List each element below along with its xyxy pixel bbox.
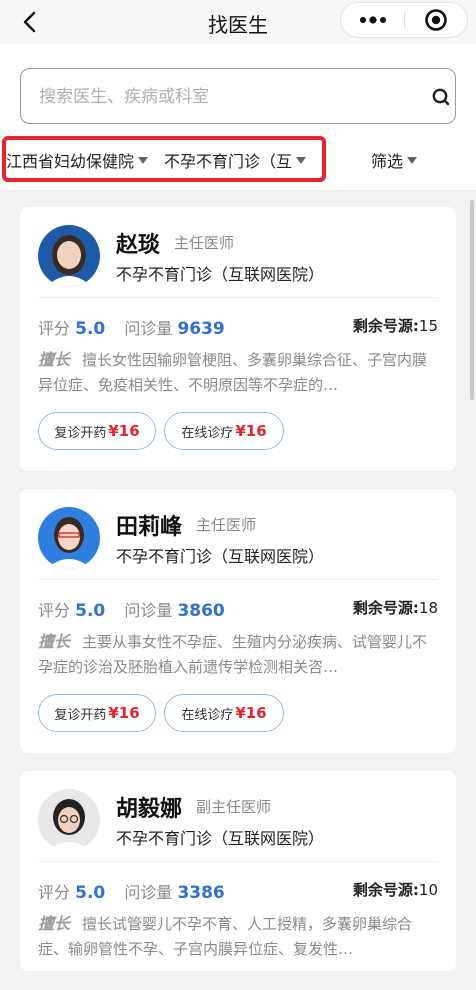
caret-down-icon <box>407 156 418 164</box>
doctor-card[interactable]: 胡毅娜 副主任医师 不孕不育门诊（互联网医院） 评分 5.0 问诊量 3386 … <box>20 771 456 971</box>
consult-count: 3386 <box>177 883 225 903</box>
doctor-specialty: 擅长 主要从事女性不孕症、生殖内分泌疾病、试管婴儿不孕症的诊治及胚胎植入前遗传学检… <box>38 629 438 679</box>
card-divider <box>38 861 438 862</box>
avatar <box>38 507 100 569</box>
specialty-text: 擅长女性因输卵管梗阻、多囊卵巢综合征、子宫内膜异位症、免疫相关性、不明原因等不孕… <box>38 351 428 394</box>
doctor-stats: 评分 5.0 问诊量 9639 剩余号源:15 <box>38 315 438 339</box>
specialty-text: 擅长试管婴儿不孕不育、人工授精，多囊卵巢综合症、输卵管性不孕、子宫内膜异位症、复… <box>38 915 413 958</box>
consult-label: 问诊量 <box>124 601 173 620</box>
specialty-text: 主要从事女性不孕症、生殖内分泌疾病、试管婴儿不孕症的诊治及胚胎植入前遗传学检测相… <box>38 633 428 676</box>
back-icon[interactable] <box>16 8 44 36</box>
price: ¥16 <box>108 704 140 722</box>
miniprogram-capsule <box>340 2 468 38</box>
divider <box>0 190 476 191</box>
card-divider <box>38 297 438 298</box>
doctor-specialty: 擅长 擅长女性因输卵管梗阻、多囊卵巢综合征、子宫内膜异位症、免疫相关性、不明原因等… <box>38 347 438 397</box>
rating-value: 5.0 <box>75 883 106 903</box>
refill-prescription-button[interactable]: 复诊开药 ¥16 <box>38 694 156 732</box>
caret-down-icon <box>138 156 149 164</box>
price: ¥16 <box>235 422 267 440</box>
screen-filter[interactable]: 筛选 <box>371 148 418 172</box>
target-icon[interactable] <box>405 3 467 37</box>
remaining-label: 剩余号源: <box>352 599 419 617</box>
hospital-filter[interactable]: 江西省妇幼保健院 <box>6 148 149 172</box>
doctor-title: 主任医师 <box>174 234 235 252</box>
specialty-tag: 擅长 <box>38 350 71 369</box>
consult-label: 问诊量 <box>124 319 173 338</box>
scrollbar[interactable] <box>470 200 474 400</box>
button-label: 复诊开药 <box>54 425 107 441</box>
remaining-count: 18 <box>418 599 438 617</box>
refill-prescription-button[interactable]: 复诊开药 ¥16 <box>38 412 156 450</box>
specialty-tag: 擅长 <box>38 914 71 933</box>
search-icon[interactable] <box>431 87 451 107</box>
consult-count: 3860 <box>177 601 225 621</box>
remaining-label: 剩余号源: <box>352 317 419 335</box>
rating-value: 5.0 <box>75 319 106 339</box>
consult-label: 问诊量 <box>124 883 173 902</box>
button-label: 在线诊疗 <box>181 707 234 723</box>
doctor-department: 不孕不育门诊（互联网医院） <box>116 829 325 848</box>
rating-label: 评分 <box>38 883 71 902</box>
card-divider <box>38 579 438 580</box>
doctor-department: 不孕不育门诊（互联网医院） <box>116 547 325 566</box>
nav-bar: 找医生 <box>0 0 476 44</box>
hospital-filter-label: 江西省妇幼保健院 <box>6 152 135 171</box>
price: ¥16 <box>108 422 140 440</box>
caret-down-icon <box>296 156 307 164</box>
remaining-label: 剩余号源: <box>352 881 419 899</box>
rating-value: 5.0 <box>75 601 106 621</box>
doctor-stats: 评分 5.0 问诊量 3386 剩余号源:10 <box>38 879 438 903</box>
department-filter-label: 不孕不育门诊（互 <box>164 152 293 171</box>
screen-filter-label: 筛选 <box>371 152 404 171</box>
doctor-stats: 评分 5.0 问诊量 3860 剩余号源:18 <box>38 597 438 621</box>
consult-count: 9639 <box>177 319 225 339</box>
online-consult-button[interactable]: 在线诊疗 ¥16 <box>164 412 284 450</box>
rating-label: 评分 <box>38 319 71 338</box>
search-area: 江西省妇幼保健院 不孕不育门诊（互 筛选 <box>0 44 476 190</box>
button-label: 复诊开药 <box>54 707 107 723</box>
button-label: 在线诊疗 <box>181 425 234 441</box>
search-box[interactable] <box>20 68 456 124</box>
doctor-title: 副主任医师 <box>196 798 272 816</box>
remaining-slots: 剩余号源:15 <box>353 315 438 336</box>
remaining-count: 15 <box>418 317 438 335</box>
doctor-name: 田莉峰 <box>116 515 183 540</box>
more-icon[interactable] <box>341 3 404 37</box>
filter-row: 江西省妇幼保健院 不孕不育门诊（互 筛选 <box>0 132 476 184</box>
remaining-slots: 剩余号源:10 <box>353 879 438 900</box>
department-filter[interactable]: 不孕不育门诊（互 <box>164 148 307 172</box>
doctor-card[interactable]: 赵琰 主任医师 不孕不育门诊（互联网医院） 评分 5.0 问诊量 9639 剩余… <box>20 207 456 471</box>
remaining-count: 10 <box>418 881 438 899</box>
specialty-tag: 擅长 <box>38 632 71 651</box>
doctor-department: 不孕不育门诊（互联网医院） <box>116 265 325 284</box>
doctor-specialty: 擅长 擅长试管婴儿不孕不育、人工授精，多囊卵巢综合症、输卵管性不孕、子宫内膜异位症… <box>38 911 438 961</box>
remaining-slots: 剩余号源:18 <box>353 597 438 618</box>
avatar <box>38 225 100 287</box>
avatar <box>38 789 100 851</box>
price: ¥16 <box>235 704 267 722</box>
search-input[interactable] <box>39 85 399 109</box>
doctor-title: 主任医师 <box>196 516 257 534</box>
doctor-card[interactable]: 田莉峰 主任医师 不孕不育门诊（互联网医院） 评分 5.0 问诊量 3860 剩… <box>20 489 456 753</box>
rating-label: 评分 <box>38 601 71 620</box>
doctor-name: 赵琰 <box>116 233 161 258</box>
doctor-name: 胡毅娜 <box>116 797 183 822</box>
online-consult-button[interactable]: 在线诊疗 ¥16 <box>164 694 284 732</box>
